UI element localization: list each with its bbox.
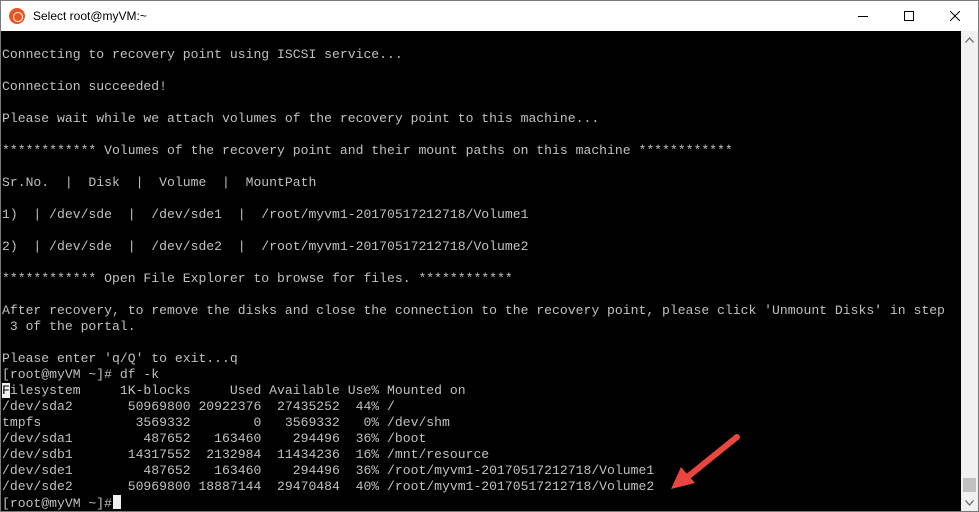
df-row: /dev/sda1 487652 163460 294496 36% /boot bbox=[2, 431, 427, 446]
console-line: Connecting to recovery point using ISCSI… bbox=[2, 47, 403, 62]
selection-cursor: F bbox=[2, 383, 10, 398]
close-icon bbox=[950, 11, 960, 21]
window-controls bbox=[840, 1, 978, 31]
terminal-console[interactable]: Connecting to recovery point using ISCSI… bbox=[1, 31, 961, 511]
command-line: [root@myVM ~]# df -k bbox=[2, 367, 160, 382]
prompt-line: [root@myVM ~]# bbox=[2, 495, 961, 511]
console-line: ************ Open File Explorer to brows… bbox=[2, 271, 513, 286]
console-output: Connecting to recovery point using ISCSI… bbox=[1, 31, 961, 511]
minimize-button[interactable] bbox=[840, 1, 886, 31]
minimize-icon bbox=[858, 16, 868, 17]
text-cursor bbox=[113, 495, 122, 509]
df-header: Filesystem 1K-blocks Used Available Use%… bbox=[2, 383, 961, 399]
df-row: /dev/sda2 50969800 20922376 27435252 44%… bbox=[2, 399, 395, 414]
df-row: tmpfs 3569332 0 3569332 0% /dev/shm bbox=[2, 415, 450, 430]
console-line: 3 of the portal. bbox=[2, 319, 136, 334]
df-header-text: ilesystem 1K-blocks Used Available Use% … bbox=[9, 383, 466, 398]
console-line: After recovery, to remove the disks and … bbox=[2, 303, 945, 318]
scroll-thumb[interactable] bbox=[963, 478, 976, 492]
maximize-icon bbox=[904, 11, 914, 21]
scroll-down-button[interactable] bbox=[961, 494, 978, 511]
df-row: /dev/sde2 50969800 18887144 29470484 40%… bbox=[2, 479, 655, 494]
chevron-up-icon bbox=[965, 36, 974, 43]
vertical-scrollbar[interactable] bbox=[961, 31, 978, 511]
scroll-up-button[interactable] bbox=[961, 31, 978, 48]
console-line: Connection succeeded! bbox=[2, 79, 168, 94]
chevron-down-icon bbox=[965, 499, 974, 506]
title-bar[interactable]: Select root@myVM:~ bbox=[1, 1, 978, 31]
console-line: 2) | /dev/sde | /dev/sde2 | /root/myvm1-… bbox=[2, 239, 529, 254]
console-line: Sr.No. | Disk | Volume | MountPath bbox=[2, 175, 317, 190]
close-button[interactable] bbox=[932, 1, 978, 31]
df-row: /dev/sde1 487652 163460 294496 36% /root… bbox=[2, 463, 655, 478]
maximize-button[interactable] bbox=[886, 1, 932, 31]
df-row: /dev/sdb1 14317552 2132984 11434236 16% … bbox=[2, 447, 490, 462]
console-line: Please enter 'q/Q' to exit...q bbox=[2, 351, 238, 366]
shell-prompt: [root@myVM ~]# bbox=[2, 496, 113, 511]
window-title: Select root@myVM:~ bbox=[33, 9, 147, 23]
terminal-window: Select root@myVM:~ Connecting to recover… bbox=[0, 0, 979, 512]
console-line: ************ Volumes of the recovery poi… bbox=[2, 143, 733, 158]
console-line: 1) | /dev/sde | /dev/sde1 | /root/myvm1-… bbox=[2, 207, 529, 222]
ubuntu-icon bbox=[9, 8, 25, 24]
console-line: Please wait while we attach volumes of t… bbox=[2, 111, 600, 126]
